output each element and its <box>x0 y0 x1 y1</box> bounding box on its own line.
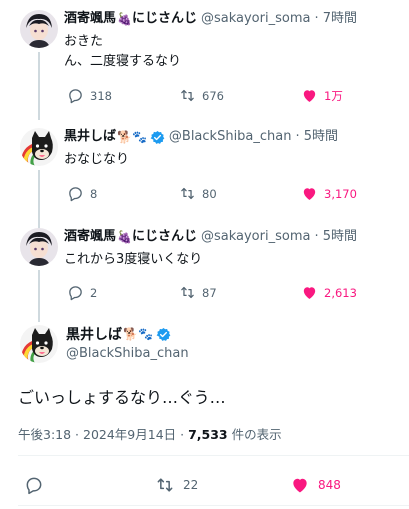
user-handle[interactable]: @sakayori_soma <box>201 228 310 246</box>
tweet-text: おなじなり <box>64 152 130 167</box>
tweet-1[interactable]: 酒寄颯馬 🍇 にじさんじ @sakayori_soma · 7時間 おきた ん、… <box>0 0 409 120</box>
display-name[interactable]: 酒寄颯馬 <box>64 228 116 246</box>
tweet-time[interactable]: · 7時間 <box>314 10 357 28</box>
tweet-time[interactable]: · 5時間 <box>314 228 357 246</box>
reply-icon <box>69 187 82 202</box>
verified-badge-icon <box>156 327 171 341</box>
affiliation[interactable]: にじさんじ <box>132 10 197 28</box>
user-handle[interactable]: @BlackShiba_chan <box>66 346 189 361</box>
view-label: 件の表示 <box>227 427 282 442</box>
retweet-icon <box>181 89 194 102</box>
timestamp[interactable]: 午後3:18 · 2024年9月14日 · <box>18 427 188 442</box>
heart-filled-icon <box>303 188 316 200</box>
dog-paw-icon: 🐕🐾 <box>123 327 153 341</box>
tweet-2[interactable]: 黒井しば 🐕🐾 @BlackShiba_chan · 5時間 おなじなり 8 8… <box>0 118 409 230</box>
retweet-count: 80 <box>202 186 217 201</box>
retweet-count: 87 <box>202 285 217 300</box>
tweet-text: これから3度寝いくなり <box>64 252 203 267</box>
tweet-actions: 2 87 2,613 <box>64 284 364 304</box>
focused-header: 黒井しば 🐕🐾 <box>66 324 171 344</box>
like-button[interactable]: 2,613 <box>301 284 357 301</box>
retweet-icon <box>181 286 194 299</box>
grape-icon: 🍇 <box>117 230 132 244</box>
avatar-blackshiba[interactable] <box>20 128 58 166</box>
retweet-count: 676 <box>202 88 224 103</box>
reply-button[interactable]: 2 <box>67 284 97 301</box>
like-count: 3,170 <box>324 186 357 201</box>
reply-button[interactable] <box>24 475 52 495</box>
tweet-text: ごいっしょするなり…ぐう… <box>18 388 226 407</box>
reply-count: 8 <box>90 186 98 201</box>
tweet-actions: 8 80 3,170 <box>64 185 364 205</box>
like-count: 1万 <box>324 88 343 103</box>
like-count: 848 <box>318 478 341 492</box>
heart-filled-icon <box>303 90 316 102</box>
thread-line <box>38 52 40 120</box>
user-handle[interactable]: @BlackShiba_chan <box>169 128 292 146</box>
reply-count: 318 <box>90 88 112 103</box>
avatar-sakayori[interactable] <box>20 228 58 266</box>
retweet-count: 22 <box>183 478 199 492</box>
tweet-header: 黒井しば 🐕🐾 @BlackShiba_chan · 5時間 <box>64 128 338 146</box>
heart-filled-icon <box>293 478 307 493</box>
dog-paw-icon: 🐕🐾 <box>117 130 147 144</box>
tweet-time[interactable]: · 5時間 <box>296 128 339 146</box>
retweet-button[interactable]: 87 <box>179 284 217 301</box>
avatar-blackshiba[interactable] <box>20 325 58 363</box>
grape-icon: 🍇 <box>117 12 132 26</box>
reply-button[interactable]: 318 <box>67 87 112 104</box>
user-handle[interactable]: @sakayori_soma <box>201 10 310 28</box>
tweet-actions: 318 676 1万 <box>64 87 364 107</box>
like-button[interactable]: 848 <box>290 475 341 495</box>
thread-line <box>38 270 40 322</box>
divider <box>18 455 409 456</box>
reply-icon <box>69 89 82 104</box>
retweet-icon <box>181 187 194 200</box>
view-count: 7,533 <box>188 427 228 442</box>
tweet-3[interactable]: 酒寄颯馬 🍇 にじさんじ @sakayori_soma · 5時間 これから3度… <box>0 218 409 322</box>
like-button[interactable]: 1万 <box>301 87 343 104</box>
tweet-text: おきた ん、二度寝するなり <box>64 34 182 69</box>
avatar-sakayori[interactable] <box>20 10 58 48</box>
display-name[interactable]: 黒井しば <box>66 324 122 344</box>
like-count: 2,613 <box>324 285 357 300</box>
reply-icon <box>26 477 42 495</box>
retweet-button[interactable]: 22 <box>155 475 198 495</box>
reply-count: 2 <box>90 285 98 300</box>
retweet-button[interactable]: 676 <box>179 87 224 104</box>
tweet-header: 酒寄颯馬 🍇 にじさんじ @sakayori_soma · 5時間 <box>64 228 357 246</box>
verified-badge-icon <box>150 130 165 144</box>
tweet-meta: 午後3:18 · 2024年9月14日 · 7,533 件の表示 <box>18 424 282 443</box>
retweet-icon <box>157 478 173 492</box>
reply-button[interactable]: 8 <box>67 185 97 202</box>
divider <box>18 505 409 506</box>
focused-actions: 22 848 <box>0 472 409 498</box>
affiliation[interactable]: にじさんじ <box>132 228 197 246</box>
heart-filled-icon <box>303 287 316 299</box>
retweet-button[interactable]: 80 <box>179 185 217 202</box>
reply-icon <box>69 286 82 301</box>
display-name[interactable]: 酒寄颯馬 <box>64 10 116 28</box>
display-name[interactable]: 黒井しば <box>64 128 116 146</box>
like-button[interactable]: 3,170 <box>301 185 357 202</box>
tweet-header: 酒寄颯馬 🍇 にじさんじ @sakayori_soma · 7時間 <box>64 10 357 28</box>
